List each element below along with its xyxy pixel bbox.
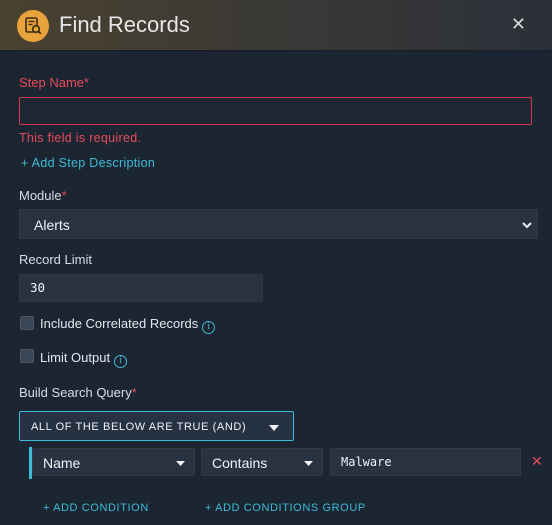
info-icon[interactable]: i xyxy=(114,354,128,368)
find-records-icon xyxy=(17,10,49,42)
module-select-value: Alerts xyxy=(34,217,70,233)
dialog-header: Find Records ✕ xyxy=(0,0,552,51)
add-condition-button[interactable]: + ADD CONDITION xyxy=(43,502,149,514)
add-step-description-link[interactable]: + Add Step Description xyxy=(21,156,155,170)
step-name-input[interactable] xyxy=(19,97,532,125)
step-name-label: Step Name* xyxy=(19,75,90,90)
build-search-query-label: Build Search Query* xyxy=(19,385,137,400)
caret-down-icon xyxy=(304,461,313,466)
condition-field-dropdown[interactable]: Name xyxy=(32,448,195,476)
module-select[interactable]: Alerts xyxy=(19,209,538,239)
caret-down-icon xyxy=(269,425,279,431)
step-name-error: This field is required. xyxy=(19,131,142,145)
query-logic-dropdown[interactable]: ALL OF THE BELOW ARE TRUE (AND) xyxy=(19,411,294,441)
close-icon[interactable]: ✕ xyxy=(511,14,526,35)
condition-field-value: Name xyxy=(43,455,81,471)
condition-operator-value: Contains xyxy=(212,455,268,471)
dialog-title: Find Records xyxy=(59,12,190,37)
record-limit-label: Record Limit xyxy=(19,252,92,267)
module-label: Module* xyxy=(19,188,67,203)
limit-output-label: Limit Output i xyxy=(40,350,128,368)
query-logic-value: ALL OF THE BELOW ARE TRUE (AND) xyxy=(31,421,247,433)
add-conditions-group-button[interactable]: + ADD CONDITIONS GROUP xyxy=(205,502,366,514)
include-correlated-label: Include Correlated Records i xyxy=(40,316,216,334)
include-correlated-checkbox[interactable] xyxy=(20,316,34,330)
condition-operator-dropdown[interactable]: Contains xyxy=(201,448,323,476)
condition-value-input[interactable]: Malware xyxy=(330,448,521,476)
info-icon[interactable]: i xyxy=(202,320,216,334)
limit-output-checkbox[interactable] xyxy=(20,349,34,363)
chevron-down-icon xyxy=(522,222,532,229)
remove-condition-icon[interactable]: ✕ xyxy=(531,453,543,470)
record-limit-input[interactable]: 30 xyxy=(19,274,263,302)
caret-down-icon xyxy=(176,461,185,466)
